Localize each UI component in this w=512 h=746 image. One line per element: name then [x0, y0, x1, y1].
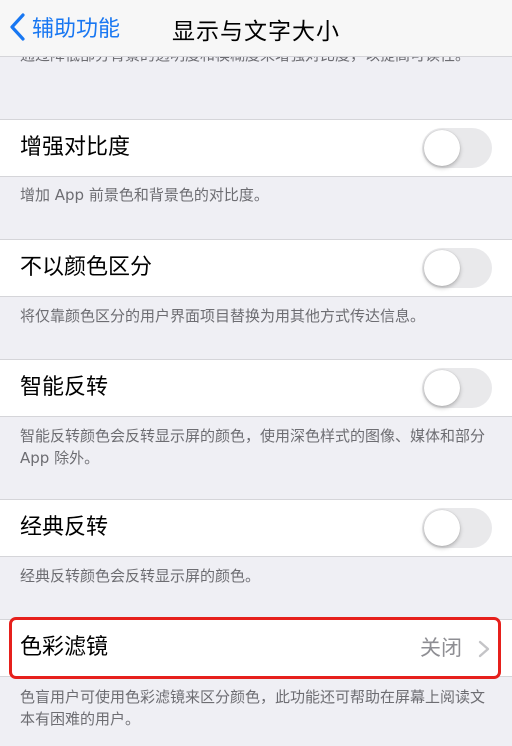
smart-invert-footer: 智能反转颜色会反转显示屏的颜色，使用深色样式的图像、媒体和部分 App 除外。: [20, 427, 486, 467]
page-title: 显示与文字大小: [172, 19, 340, 45]
chevron-right-icon: [478, 640, 490, 658]
color-filters-row[interactable]: 色彩滤镜 关闭: [0, 619, 512, 677]
classic-invert-footer: 经典反转颜色会反转显示屏的颜色。: [20, 567, 261, 585]
classic-invert-label: 经典反转: [20, 515, 109, 540]
differentiate-without-color-label: 不以颜色区分: [20, 255, 153, 280]
smart-invert-row: 智能反转: [0, 359, 512, 417]
toggle-knob: [424, 510, 460, 546]
toggle-knob: [424, 370, 460, 406]
navigation-bar: 辅助功能 显示与文字大小: [0, 0, 512, 57]
toggle-knob: [424, 250, 460, 286]
smart-invert-label: 智能反转: [20, 375, 109, 400]
increase-contrast-toggle[interactable]: [422, 128, 492, 168]
classic-invert-row: 经典反转: [0, 499, 512, 557]
increase-contrast-footer: 增加 App 前景色和背景色的对比度。: [20, 186, 269, 204]
color-filters-label: 色彩滤镜: [20, 635, 109, 660]
increase-contrast-row: 增强对比度: [0, 119, 512, 177]
color-filters-footer: 色盲用户可使用色彩滤镜来区分颜色，此功能还可帮助在屏幕上阅读文本有困难的用户。: [20, 688, 486, 728]
differentiate-without-color-toggle[interactable]: [422, 248, 492, 288]
increase-contrast-label: 增强对比度: [20, 135, 131, 160]
differentiate-without-color-row: 不以颜色区分: [0, 239, 512, 297]
smart-invert-toggle[interactable]: [422, 368, 492, 408]
toggle-knob: [424, 130, 460, 166]
color-filters-value: 关闭: [420, 636, 462, 660]
differentiate-without-color-footer: 将仅靠颜色区分的用户界面项目替换为用其他方式传达信息。: [20, 307, 426, 325]
classic-invert-toggle[interactable]: [422, 508, 492, 548]
